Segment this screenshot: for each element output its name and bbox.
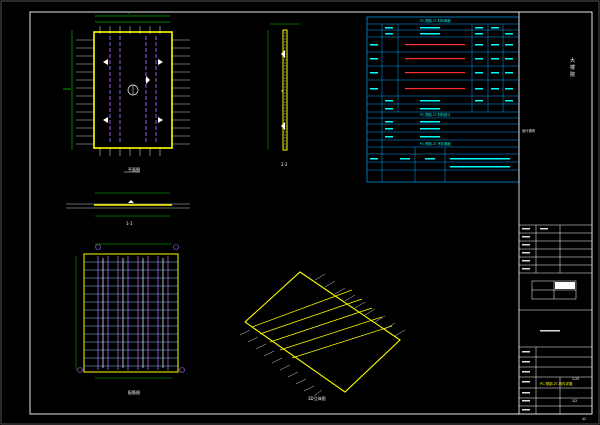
table-title-lifting: PC-预制-2T-吊件明细	[420, 141, 450, 146]
drawing-title: PC-预制-2T-构件详图	[540, 381, 573, 386]
rebar-view-label: 配筋图	[128, 389, 140, 395]
cad-drawing-sheet: 1 2000 平面图 2 2-2 1-1 配筋图 3D立体图 PC-预制-2T-…	[0, 0, 600, 425]
page-number: 42	[582, 417, 586, 421]
side-view-label: 2-2	[281, 162, 288, 167]
plan-view-label: 平面图	[128, 166, 140, 172]
sheet-number: 2/2	[572, 399, 577, 403]
table-title-materials: PC-预制-2T-材料明细	[420, 18, 450, 23]
svg-text:2: 2	[281, 89, 283, 93]
rebar-layout-view: 配筋图	[75, 243, 185, 395]
side-view: 2 2-2	[267, 23, 300, 167]
project-name: 大楼院	[570, 57, 575, 78]
svg-text:2000: 2000	[63, 87, 71, 91]
svg-text:1: 1	[128, 11, 130, 15]
table-title-stats: PC-预制-2T-材料统计	[420, 112, 451, 117]
title-block: 大楼院 PC-预制-2T-构件详图 1:25 2/2 42 设计说明	[518, 12, 592, 421]
iso-view-label: 3D立体图	[308, 395, 326, 401]
plan-view: 1 2000 平面图	[63, 11, 190, 173]
section-view-label: 1-1	[126, 221, 133, 226]
note-label: 设计说明	[522, 128, 535, 133]
isometric-view: 3D立体图	[239, 271, 406, 401]
section-view: 1-1	[66, 192, 190, 226]
scale-value: 1:25	[572, 377, 579, 381]
material-table: PC-预制-2T-材料明细 PC-预制-2T-材料统计 PC-预制-2T-吊件明…	[366, 16, 520, 183]
